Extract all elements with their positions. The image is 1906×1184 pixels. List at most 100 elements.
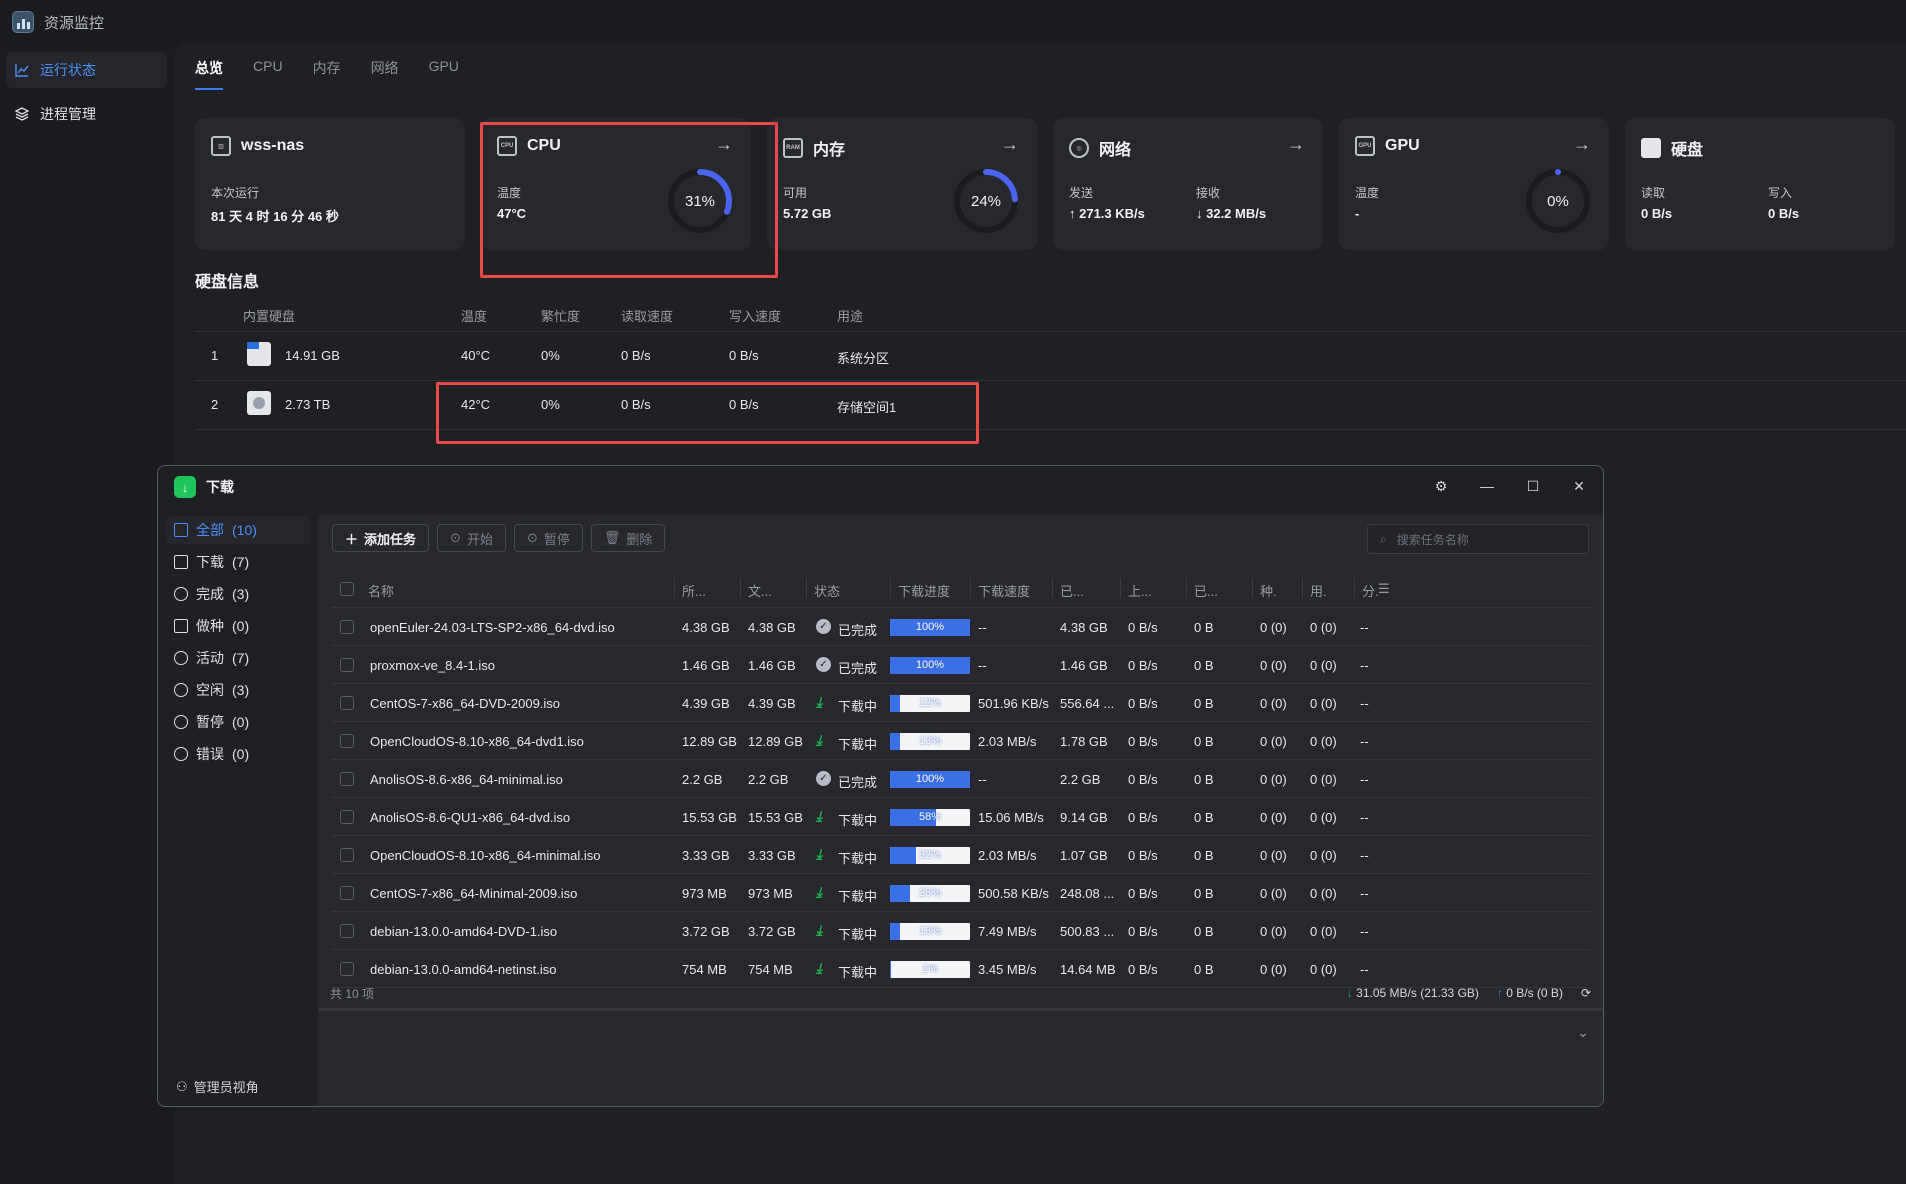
tab-overview[interactable]: 总览 (195, 58, 223, 90)
nav-item-all[interactable]: 全部 (10) (166, 516, 310, 544)
sidebar-item-process-management[interactable]: 进程管理 (6, 96, 167, 132)
column-header[interactable]: 下载速度 (978, 581, 1030, 600)
disk-table-header: 内置硬盘 温度 繁忙度 读取速度 写入速度 用途 (195, 296, 1906, 332)
network-card[interactable]: ◎ 网络 → 发送 ↑ 271.3 KB/s 接收 ↓ 32.2 MB/s (1053, 118, 1323, 250)
column-divider[interactable] (1120, 578, 1121, 598)
column-header[interactable]: 名称 (368, 581, 394, 600)
nav-item-count: (7) (232, 554, 250, 570)
arrow-right-icon[interactable]: → (1001, 134, 1019, 155)
column-header[interactable]: 分. (1362, 581, 1379, 600)
row-checkbox[interactable] (340, 696, 354, 710)
column-header[interactable]: 已... (1194, 581, 1218, 600)
cell-up-speed: 0 B/s (1128, 962, 1158, 977)
column-divider[interactable] (1302, 578, 1303, 598)
start-button[interactable]: ⊙ 开始 (437, 524, 506, 552)
column-header[interactable]: 所... (682, 581, 706, 600)
chevron-double-down-icon[interactable]: ⌄ (1577, 1024, 1589, 1041)
row-checkbox[interactable] (340, 620, 354, 634)
table-row[interactable]: debian-13.0.0-amd64-DVD-1.iso 3.72 GB 3.72… (332, 912, 1590, 950)
column-divider[interactable] (806, 578, 807, 598)
nav-item-idle[interactable]: 空闲 (3) (166, 676, 310, 704)
table-row[interactable]: OpenCloudOS-8.10-x86_64-minimal.iso 3.33 … (332, 836, 1590, 874)
minimize-icon[interactable]: — (1479, 478, 1495, 495)
column-divider[interactable] (1252, 578, 1253, 598)
nav-item-error[interactable]: 错误 (0) (166, 740, 310, 768)
table-row[interactable]: proxmox-ve_8.4-1.iso 1.46 GB 1.46 GB 已完成 -- 1… (332, 646, 1590, 684)
progress-text: 25% (918, 887, 942, 899)
table-row[interactable]: OpenCloudOS-8.10-x86_64-dvd1.iso 12.89 GB… (332, 722, 1590, 760)
nav-item-download[interactable]: 下载 (7) (166, 548, 310, 576)
maximize-icon[interactable]: ☐ (1525, 478, 1541, 495)
cell-uploaded: 0 B (1194, 696, 1214, 711)
cell-ratio: -- (1360, 658, 1369, 673)
cell-status: 下载中 (838, 851, 878, 866)
add-task-button[interactable]: ＋ 添加任务 (332, 524, 430, 552)
tab-memory[interactable]: 内存 (313, 58, 341, 90)
column-settings-icon[interactable]: ☰ (1378, 581, 1390, 597)
nav-item-count: (0) (232, 714, 250, 730)
admin-view-toggle[interactable]: ⚇ 管理员视角 (176, 1077, 259, 1096)
table-row[interactable]: CentOS-7-x86_64-Minimal-2009.iso 973 MB 97… (332, 874, 1590, 912)
column-header[interactable]: 状态 (814, 581, 840, 600)
memory-card[interactable]: RAM 内存 → 可用 5.72 GB 24% (767, 118, 1037, 250)
cell-name: AnolisOS-8.6-QU1-x86_64-dvd.iso (370, 810, 571, 825)
column-divider[interactable] (674, 578, 675, 598)
cell-downloaded: 4.38 GB (1060, 620, 1108, 635)
search-input[interactable]: ⌕ 搜索任务名称 (1367, 524, 1589, 554)
sidebar-item-running-status[interactable]: 运行状态 (6, 52, 167, 88)
column-divider[interactable] (740, 578, 741, 598)
nav-item-label: 活动 (196, 650, 224, 666)
column-divider[interactable] (1354, 578, 1355, 598)
row-checkbox[interactable] (340, 810, 354, 824)
column-divider[interactable] (890, 578, 891, 598)
error-icon (174, 747, 188, 761)
row-checkbox[interactable] (340, 734, 354, 748)
disk-info-title: 硬盘信息 (195, 274, 260, 291)
column-header[interactable]: 文... (748, 581, 772, 600)
completed-check-icon: ✓ (816, 619, 831, 634)
row-checkbox[interactable] (340, 924, 354, 938)
row-checkbox[interactable] (340, 772, 354, 786)
tab-gpu[interactable]: GPU (429, 58, 459, 90)
cell-status: 下载中 (838, 813, 878, 828)
cell-uploaded: 0 B (1194, 772, 1214, 787)
arrow-right-icon[interactable]: → (1573, 134, 1591, 155)
delete-button[interactable]: 🗑 删除 (590, 524, 666, 552)
arrow-right-icon[interactable]: → (1287, 134, 1305, 155)
disk-read-value: 0 B/s (1641, 206, 1673, 221)
table-row[interactable]: CentOS-7-x86_64-DVD-2009.iso 4.39 GB 4.39 … (332, 684, 1590, 722)
nav-item-activity[interactable]: 活动 (7) (166, 644, 310, 672)
select-all-checkbox[interactable] (340, 582, 354, 596)
pause-button[interactable]: ⊙ 暂停 (513, 524, 583, 552)
row-checkbox[interactable] (340, 962, 354, 976)
column-divider[interactable] (1186, 578, 1187, 598)
column-divider[interactable] (970, 578, 971, 598)
row-checkbox[interactable] (340, 658, 354, 672)
tab-cpu[interactable]: CPU (253, 58, 283, 90)
nav-item-check-circle[interactable]: 完成 (3) (166, 580, 310, 608)
column-header[interactable]: 种. (1260, 581, 1277, 600)
nav-item-upload[interactable]: 做种 (0) (166, 612, 310, 640)
downloading-icon: ⤓ (816, 732, 823, 748)
column-divider[interactable] (1052, 578, 1053, 598)
refresh-icon[interactable]: ⟳ (1581, 986, 1591, 1000)
app-title: 资源监控 (44, 14, 105, 32)
close-icon[interactable]: ✕ (1571, 478, 1587, 495)
column-header[interactable]: 上... (1128, 581, 1152, 600)
column-header[interactable]: 已... (1060, 581, 1084, 600)
table-row[interactable]: AnolisOS-8.6-x86_64-minimal.iso 2.2 GB 2.2… (332, 760, 1590, 798)
gpu-card[interactable]: GPU GPU → 温度 - 0% (1339, 118, 1609, 250)
tab-network[interactable]: 网络 (371, 58, 399, 90)
line-chart-icon (15, 64, 29, 77)
column-header[interactable]: 下载进度 (898, 581, 950, 600)
row-checkbox[interactable] (340, 886, 354, 900)
settings-gear-icon[interactable]: ⚙ (1433, 478, 1449, 495)
row-checkbox[interactable] (340, 848, 354, 862)
table-row[interactable]: AnolisOS-8.6-QU1-x86_64-dvd.iso 15.53 GB 1… (332, 798, 1590, 836)
table-row[interactable]: openEuler-24.03-LTS-SP2-x86_64-dvd.iso 4.… (332, 608, 1590, 646)
nav-item-pause[interactable]: 暂停 (0) (166, 708, 310, 736)
nav-item-count: (0) (232, 618, 250, 634)
cell-uploaded: 0 B (1194, 924, 1214, 939)
column-header[interactable]: 用. (1310, 581, 1327, 600)
down-arrow-icon: ↓ (1346, 986, 1357, 1000)
